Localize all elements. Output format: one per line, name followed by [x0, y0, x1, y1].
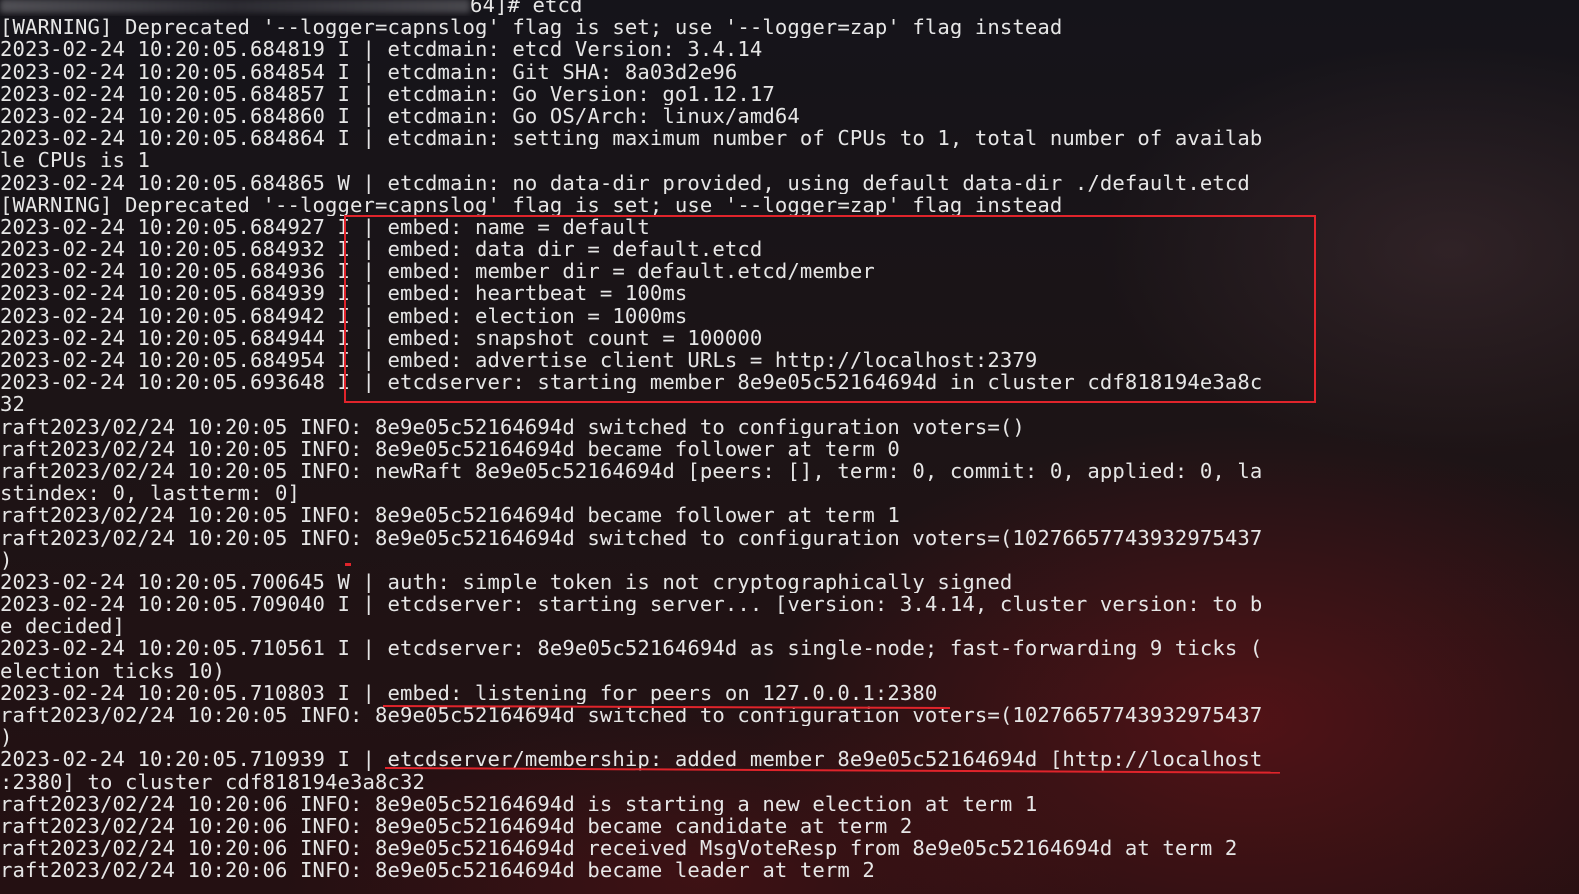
log-line: election ticks 10) [0, 659, 225, 682]
log-line: le CPUs is 1 [0, 149, 150, 172]
log-line: 2023-02-24 10:20:05.684857 I | etcdmain:… [0, 82, 775, 105]
log-line: 2023-02-24 10:20:05.700645 W | auth: sim… [0, 570, 1013, 594]
log-line: raft2023/02/24 10:20:06 INFO: 8e9e05c521… [0, 837, 1238, 860]
prompt-line: 64]# etcd [0, 0, 1579, 16]
log-line: [WARNING] Deprecated '--logger=capnslog'… [0, 16, 1063, 39]
log-line: 2023-02-24 10:20:05.684865 W | etcdmain:… [0, 171, 1250, 194]
log-line: 2023-02-24 10:20:05.710939 I | etcdserve… [0, 748, 1263, 771]
log-line: raft2023/02/24 10:20:05 INFO: newRaft 8e… [0, 459, 1263, 483]
annotation-mark [345, 563, 351, 566]
log-line: 2023-02-24 10:20:05.684860 I | etcdmain:… [0, 104, 800, 128]
embed-config-highlight-box [344, 215, 1316, 403]
log-line: ) [0, 726, 13, 749]
log-line: 2023-02-24 10:20:05.684864 I | etcdmain:… [0, 127, 1263, 150]
log-line: 2023-02-24 10:20:05.710803 I | embed: li… [0, 681, 938, 704]
log-line: 2023-02-24 10:20:05.710561 I | etcdserve… [0, 637, 1263, 660]
log-line: raft2023/02/24 10:20:05 INFO: 8e9e05c521… [0, 526, 1263, 549]
log-line: raft2023/02/24 10:20:05 INFO: 8e9e05c521… [0, 415, 1025, 438]
log-line: e_decided] [0, 615, 125, 638]
log-line: :2380] to cluster cdf818194e3a8c32 [0, 770, 425, 793]
log-line: raft2023/02/24 10:20:06 INFO: 8e9e05c521… [0, 814, 913, 838]
redacted-hostname [0, 0, 470, 13]
log-line: ) [0, 548, 13, 571]
log-line: raft2023/02/24 10:20:06 INFO: 8e9e05c521… [0, 859, 875, 882]
log-line: 2023-02-24 10:20:05.709040 I | etcdserve… [0, 593, 1263, 616]
log-line: raft2023/02/24 10:20:05 INFO: 8e9e05c521… [0, 504, 900, 527]
log-line: raft2023/02/24 10:20:06 INFO: 8e9e05c521… [0, 792, 1038, 815]
log-line: raft2023/02/24 10:20:05 INFO: 8e9e05c521… [0, 437, 900, 460]
prompt-command: 64]# etcd [470, 0, 583, 17]
log-line: 2023-02-24 10:20:05.684819 I | etcdmain:… [0, 38, 763, 61]
log-line: stindex: 0, lastterm: 0] [0, 482, 300, 505]
terminal-output[interactable]: 64]# etcd [WARNING] Deprecated '--logger… [0, 0, 1579, 882]
log-line: [WARNING] Deprecated '--logger=capnslog'… [0, 193, 1063, 216]
log-line: 2023-02-24 10:20:05.684854 I | etcdmain:… [0, 60, 738, 83]
